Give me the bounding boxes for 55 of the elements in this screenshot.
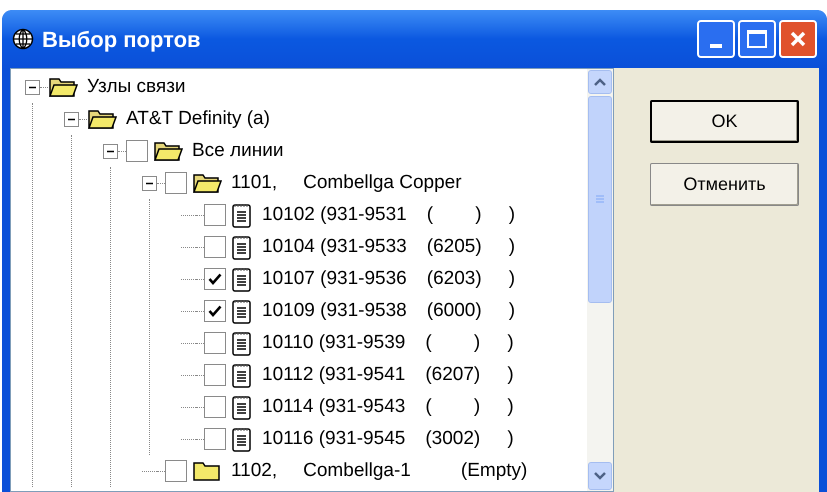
checkbox[interactable] [204, 332, 226, 354]
collapse-toggle[interactable] [142, 176, 157, 190]
tree-item-label[interactable]: 10112 (931-9541 (6207) ) [262, 360, 514, 390]
checkbox[interactable] [204, 396, 226, 418]
scroll-up-button[interactable] [588, 70, 612, 94]
tree-item-label[interactable]: 10109 (931-9538 (6000) ) [262, 296, 516, 326]
open-folder-icon [48, 76, 78, 98]
document-icon [231, 202, 253, 228]
checkbox[interactable] [204, 236, 226, 258]
open-folder-icon [87, 108, 117, 130]
open-folder-icon [153, 140, 183, 162]
collapse-toggle[interactable] [103, 144, 118, 158]
checkmark-icon [208, 273, 222, 285]
tree-item-label[interactable]: 1101, Combellga Copper [231, 168, 462, 198]
tree-item-label[interactable]: Все линии [192, 136, 284, 166]
collapse-toggle[interactable] [64, 112, 79, 126]
dialog-button[interactable]: Отменить [650, 163, 799, 206]
window-title: Выбор портов [42, 26, 202, 54]
tree-item-label[interactable]: 10107 (931-9536 (6203) ) [262, 264, 516, 294]
maximize-button[interactable] [738, 20, 776, 58]
document-icon [231, 330, 253, 356]
tree-item-label[interactable]: 10104 (931-9533 (6205) ) [262, 232, 516, 262]
close-button[interactable] [779, 20, 817, 58]
checkbox[interactable] [126, 140, 148, 162]
checkbox[interactable] [165, 172, 187, 194]
checkbox[interactable] [204, 428, 226, 450]
document-icon [231, 426, 253, 452]
minimize-button[interactable] [697, 20, 735, 58]
checkbox[interactable] [204, 204, 226, 226]
checkmark-icon [208, 305, 222, 317]
scroll-down-button[interactable] [588, 462, 612, 490]
open-folder-icon [192, 172, 222, 194]
checkbox[interactable] [204, 268, 226, 290]
checkbox[interactable] [204, 300, 226, 322]
close-icon [788, 29, 808, 49]
tree-item-label[interactable]: 10114 (931-9543 ( ) ) [262, 392, 514, 422]
scrollbar[interactable] [587, 69, 613, 491]
checkbox[interactable] [165, 460, 187, 482]
tree-item-label[interactable]: 10102 (931-9531 ( ) ) [262, 200, 516, 230]
tree-item-label[interactable]: AT&T Definity (a) [126, 104, 270, 134]
checkbox[interactable] [204, 364, 226, 386]
document-icon [231, 298, 253, 324]
document-icon [231, 234, 253, 260]
document-icon [231, 394, 253, 420]
tree-item-label[interactable]: 10116 (931-9545 (3002) ) [262, 424, 514, 454]
document-icon [231, 266, 253, 292]
scroll-thumb[interactable] [588, 96, 612, 303]
collapse-toggle[interactable] [25, 80, 40, 94]
dialog-button[interactable]: OK [650, 100, 799, 143]
globe-icon [12, 28, 34, 50]
tree-item-label[interactable]: 10110 (931-9539 ( ) ) [262, 328, 514, 358]
tree-item-label[interactable]: 1102, Combellga-1 (Empty) [231, 456, 528, 486]
tree-item-label[interactable]: Узлы связи [87, 72, 186, 102]
folder-icon [192, 460, 222, 482]
document-icon [231, 362, 253, 388]
